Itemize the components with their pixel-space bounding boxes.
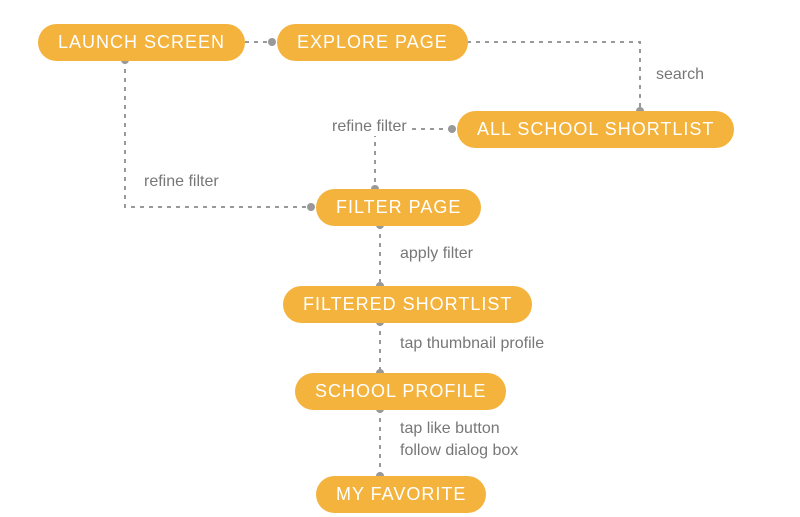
edge-label-tap-like-line1: tap like button: [398, 420, 502, 438]
edge-label-tap-thumbnail: tap thumbnail profile: [398, 335, 546, 353]
node-filtered-shortlist: FILTERED SHORTLIST: [283, 286, 532, 323]
node-all-school-shortlist: ALL SCHOOL SHORTLIST: [457, 111, 734, 148]
node-school-profile: SCHOOL PROFILE: [295, 373, 506, 410]
edge-label-refine-filter-top: refine filter: [330, 118, 409, 136]
edge-label-tap-like-line2: follow dialog box: [398, 442, 520, 460]
node-filter-page: FILTER PAGE: [316, 189, 481, 226]
node-explore-page: EXPLORE PAGE: [277, 24, 468, 61]
edge-label-refine-filter-left: refine filter: [142, 173, 221, 191]
edge-label-apply-filter: apply filter: [398, 245, 475, 263]
node-launch-screen: LAUNCH SCREEN: [38, 24, 245, 61]
edge-label-search: search: [654, 66, 706, 84]
node-my-favorite: MY FAVORITE: [316, 476, 486, 513]
